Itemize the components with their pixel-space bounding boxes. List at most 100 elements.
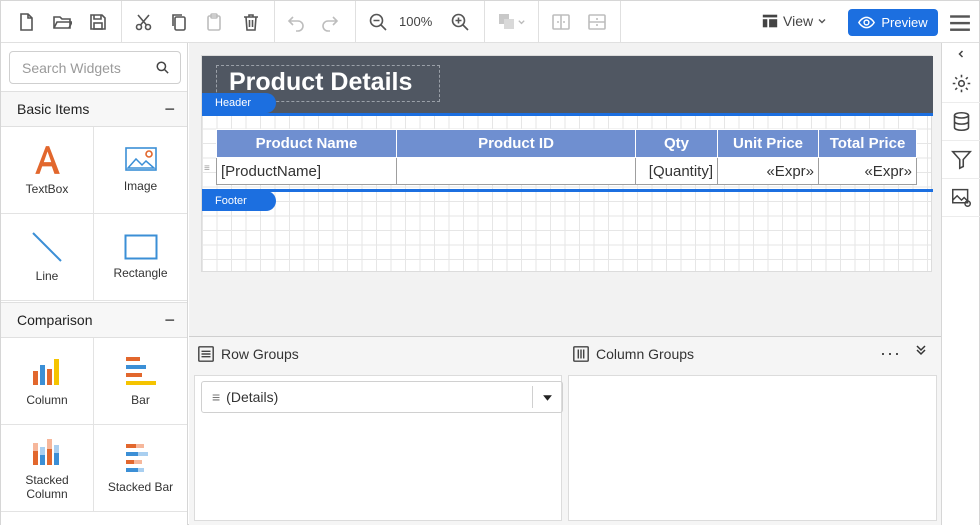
table-header-cell[interactable]: Qty bbox=[635, 129, 718, 158]
widget-stacked-column[interactable]: Stacked Column bbox=[1, 425, 94, 512]
collapse-icon[interactable] bbox=[942, 43, 980, 65]
widget-label: TextBox bbox=[25, 182, 69, 196]
search-icon[interactable] bbox=[155, 60, 170, 78]
header-divider bbox=[202, 113, 933, 116]
chevron-down-icon bbox=[818, 19, 826, 24]
save-icon[interactable] bbox=[85, 8, 111, 36]
more-options-icon[interactable]: ··· bbox=[880, 343, 901, 364]
table-cell[interactable]: [Quantity] bbox=[635, 157, 718, 185]
table-cell[interactable] bbox=[396, 157, 636, 185]
table-header-cell[interactable]: Unit Price bbox=[717, 129, 819, 158]
report-table[interactable]: Product Name Product ID Qty Unit Price T… bbox=[216, 129, 917, 185]
bar-chart-icon bbox=[125, 357, 156, 385]
widget-label: Column bbox=[26, 393, 68, 407]
footer-divider bbox=[202, 189, 933, 192]
toolbar: 100% View Preview bbox=[1, 1, 979, 43]
table-header-cell[interactable]: Product ID bbox=[396, 129, 636, 158]
design-canvas[interactable]: Product Details Header ≡ Product Name Pr… bbox=[189, 43, 941, 336]
category-label: Comparison bbox=[17, 312, 93, 328]
undo-icon[interactable] bbox=[283, 8, 309, 36]
widget-line[interactable]: Line bbox=[1, 214, 94, 301]
widget-label: Rectangle bbox=[113, 266, 168, 280]
table-header-cell[interactable]: Product Name bbox=[216, 129, 397, 158]
column-groups-icon bbox=[573, 346, 589, 362]
column-groups-label: Column Groups bbox=[596, 346, 695, 362]
category-label: Basic Items bbox=[17, 101, 90, 117]
widget-stacked-bar[interactable]: Stacked Bar bbox=[94, 425, 187, 512]
widget-rectangle[interactable]: Rectangle bbox=[94, 214, 187, 301]
view-label: View bbox=[783, 13, 814, 29]
row-group-label: (Details) bbox=[226, 389, 279, 405]
widget-textbox[interactable]: TextBox bbox=[1, 127, 94, 214]
table-cell[interactable]: «Expr» bbox=[717, 157, 819, 185]
table-row: [ProductName] [Quantity] «Expr» «Expr» bbox=[216, 157, 917, 185]
properties-strip bbox=[941, 43, 980, 525]
drag-handle-icon[interactable]: ≡ bbox=[212, 389, 220, 405]
widget-image[interactable]: Image bbox=[94, 127, 187, 214]
data-icon[interactable] bbox=[942, 103, 980, 141]
row-groups-header: Row Groups bbox=[197, 345, 299, 363]
report-page[interactable]: Product Details Header ≡ Product Name Pr… bbox=[201, 55, 933, 272]
footer-tag[interactable]: Footer bbox=[202, 191, 276, 211]
distribute-icon[interactable] bbox=[584, 8, 610, 36]
widget-bar[interactable]: Bar bbox=[94, 338, 187, 425]
line-icon bbox=[32, 232, 62, 262]
table-cell[interactable]: «Expr» bbox=[818, 157, 917, 185]
paste-icon[interactable] bbox=[201, 8, 227, 36]
search-input[interactable] bbox=[10, 52, 150, 83]
stacked-column-icon bbox=[33, 439, 59, 465]
zoom-in-icon[interactable] bbox=[447, 8, 473, 36]
cut-icon[interactable] bbox=[131, 8, 157, 36]
row-groups-label: Row Groups bbox=[221, 346, 299, 362]
category-basic-items[interactable]: Basic Items − bbox=[1, 91, 187, 127]
report-designer: 100% View Preview Search Widgets Basic I… bbox=[0, 0, 980, 525]
preview-button[interactable]: Preview bbox=[848, 9, 938, 36]
grouping-panel: Row Groups Column Groups ··· ≡ (Details) bbox=[189, 336, 941, 525]
hamburger-icon[interactable] bbox=[949, 12, 971, 37]
zoom-out-icon[interactable] bbox=[365, 8, 391, 36]
widget-label: Bar bbox=[131, 393, 150, 407]
align-icon[interactable] bbox=[548, 8, 574, 36]
column-groups-header: Column Groups bbox=[572, 345, 694, 363]
row-handle-icon[interactable]: ≡ bbox=[204, 163, 210, 174]
basic-items-grid: TextBox Image Line Rectangle bbox=[1, 127, 187, 301]
table-cell[interactable]: [ProductName] bbox=[216, 157, 397, 185]
stacked-bar-icon bbox=[125, 444, 148, 472]
header-tag[interactable]: Header bbox=[202, 93, 276, 113]
redo-icon[interactable] bbox=[317, 8, 343, 36]
category-comparison[interactable]: Comparison − bbox=[1, 302, 187, 338]
copy-icon[interactable] bbox=[166, 8, 192, 36]
widget-label: Image bbox=[123, 179, 158, 193]
filter-icon[interactable] bbox=[942, 141, 980, 179]
table-header-row: Product Name Product ID Qty Unit Price T… bbox=[216, 129, 917, 158]
collapse-minus-icon[interactable]: − bbox=[164, 99, 175, 120]
widget-column[interactable]: Column bbox=[1, 338, 94, 425]
column-groups-box[interactable] bbox=[568, 375, 937, 521]
open-folder-icon[interactable] bbox=[49, 8, 75, 36]
table-header-cell[interactable]: Total Price bbox=[818, 129, 917, 158]
settings-icon[interactable] bbox=[942, 65, 980, 103]
order-icon[interactable] bbox=[493, 8, 529, 36]
collapse-minus-icon[interactable]: − bbox=[164, 310, 175, 331]
dropdown-icon[interactable] bbox=[532, 386, 562, 408]
eye-icon bbox=[858, 16, 876, 29]
row-group-item[interactable]: ≡ (Details) bbox=[201, 381, 563, 413]
image-settings-icon[interactable] bbox=[942, 179, 980, 217]
row-groups-box[interactable]: ≡ (Details) bbox=[194, 375, 563, 521]
widget-label: Line bbox=[35, 269, 59, 283]
textbox-icon bbox=[35, 146, 60, 174]
image-icon bbox=[124, 147, 157, 171]
preview-label: Preview bbox=[881, 15, 928, 30]
comparison-grid: Column Bar Stacked Column Stacked Bar bbox=[1, 338, 187, 512]
delete-icon[interactable] bbox=[238, 8, 264, 36]
widget-panel: Basic Items − TextBox Image Line Rectang… bbox=[1, 43, 188, 525]
header-band: Product Details bbox=[202, 56, 933, 113]
view-dropdown[interactable]: View bbox=[761, 12, 827, 30]
new-file-icon[interactable] bbox=[13, 8, 39, 36]
widget-label: Stacked Bar bbox=[107, 480, 174, 494]
column-chart-icon bbox=[33, 359, 59, 385]
zoom-level: 100% bbox=[399, 14, 433, 29]
view-icon bbox=[762, 14, 778, 28]
widget-label: Stacked Column bbox=[25, 473, 69, 501]
collapse-panel-icon[interactable] bbox=[915, 344, 927, 359]
